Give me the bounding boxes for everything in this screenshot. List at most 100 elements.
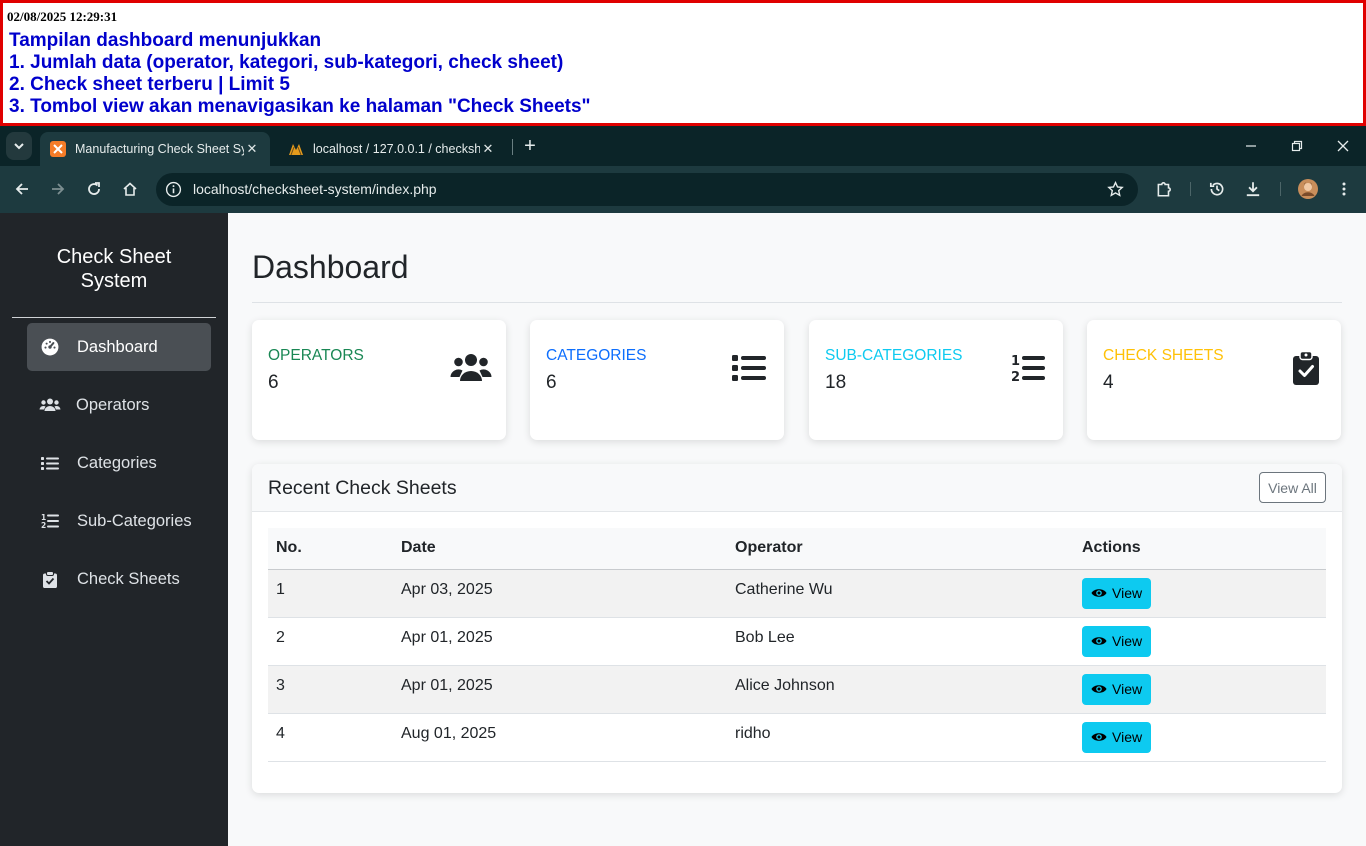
address-bar[interactable]: localhost/checksheet-system/index.php bbox=[156, 173, 1138, 206]
history-button[interactable] bbox=[1206, 178, 1228, 200]
cell-no: 2 bbox=[268, 617, 393, 666]
cell-date: Apr 03, 2025 bbox=[393, 569, 727, 618]
sidebar-item-dashboard[interactable]: Dashboard bbox=[27, 323, 211, 371]
main-content: Dashboard OPERATORS 6 CATEGORIES 6 SUB-C… bbox=[228, 213, 1366, 846]
app-brand[interactable]: Check Sheet System bbox=[12, 245, 216, 293]
view-button-label: View bbox=[1112, 681, 1143, 697]
sidebar-item-operators[interactable]: Operators bbox=[27, 381, 211, 429]
view-button-label: View bbox=[1112, 585, 1143, 601]
view-all-button[interactable]: View All bbox=[1259, 472, 1326, 503]
view-button[interactable]: View bbox=[1082, 721, 1152, 753]
stat-card-label: CATEGORIES bbox=[546, 347, 647, 364]
minimize-button[interactable] bbox=[1228, 126, 1274, 166]
cell-date: Apr 01, 2025 bbox=[393, 665, 727, 714]
back-arrow-icon bbox=[15, 183, 28, 195]
cell-date: Aug 01, 2025 bbox=[393, 713, 727, 762]
clipboard-check-icon bbox=[39, 570, 61, 588]
sidebar: Check Sheet System Dashboard Operators C… bbox=[0, 213, 228, 846]
cell-actions: View bbox=[1074, 569, 1326, 618]
sidebar-item-sub-categories[interactable]: 12 Sub-Categories bbox=[27, 497, 211, 545]
sidebar-item-label: Check Sheets bbox=[77, 569, 180, 588]
recent-check-sheets-panel: Recent Check Sheets View All No. Date Op… bbox=[252, 464, 1342, 793]
profile-button[interactable] bbox=[1297, 178, 1319, 200]
clipboard-check-icon bbox=[1285, 350, 1327, 386]
close-icon bbox=[1337, 140, 1349, 152]
download-icon bbox=[1246, 182, 1260, 197]
close-window-button[interactable] bbox=[1320, 126, 1366, 166]
sidebar-item-label: Sub-Categories bbox=[77, 511, 192, 530]
svg-text:2: 2 bbox=[1011, 370, 1020, 383]
column-header: Actions bbox=[1074, 528, 1326, 570]
home-button[interactable] bbox=[119, 178, 141, 200]
table-row: 3 Apr 01, 2025 Alice Johnson View bbox=[268, 665, 1326, 714]
eye-icon bbox=[1091, 733, 1107, 741]
stat-card-value: 6 bbox=[546, 372, 557, 393]
svg-text:2: 2 bbox=[41, 521, 46, 529]
stat-card-label: CHECK SHEETS bbox=[1103, 347, 1224, 364]
view-button[interactable]: View bbox=[1082, 673, 1152, 705]
sidebar-item-check-sheets[interactable]: Check Sheets bbox=[27, 555, 211, 603]
column-header: No. bbox=[268, 528, 393, 570]
view-button[interactable]: View bbox=[1082, 577, 1152, 609]
cell-operator: Catherine Wu bbox=[727, 569, 1074, 618]
users-icon bbox=[39, 396, 61, 414]
sidebar-item-label: Operators bbox=[76, 395, 150, 414]
eye-icon bbox=[1091, 637, 1107, 645]
browser-tab[interactable]: localhost / 127.0.0.1 / checkshe ✕ bbox=[278, 132, 506, 166]
downloads-button[interactable] bbox=[1242, 178, 1264, 200]
browser-menu-button[interactable] bbox=[1333, 178, 1355, 200]
url-text: localhost/checksheet-system/index.php bbox=[193, 181, 437, 197]
back-button[interactable] bbox=[11, 178, 33, 200]
cell-actions: View bbox=[1074, 713, 1326, 762]
stat-card-sub-categories: SUB-CATEGORIES 18 12 bbox=[809, 320, 1063, 440]
stat-card-value: 18 bbox=[825, 372, 847, 393]
stat-card-value: 6 bbox=[268, 372, 279, 393]
browser-tab-active[interactable]: Manufacturing Check Sheet Sys ✕ bbox=[40, 132, 270, 166]
close-tab-icon[interactable]: ✕ bbox=[244, 141, 260, 157]
sidebar-divider bbox=[12, 317, 216, 318]
toolbar-divider bbox=[1190, 182, 1191, 196]
toolbar-divider bbox=[1280, 182, 1281, 196]
chevron-down-icon bbox=[14, 143, 24, 150]
annotation-line: 3. Tombol view akan menavigasikan ke hal… bbox=[9, 96, 591, 117]
extensions-button[interactable] bbox=[1153, 178, 1175, 200]
restore-icon bbox=[1291, 140, 1303, 152]
reload-button[interactable] bbox=[83, 178, 105, 200]
recent-check-sheets-table: No. Date Operator Actions 1 Apr 03, 2025… bbox=[268, 528, 1326, 762]
panel-header: Recent Check Sheets View All bbox=[252, 464, 1342, 512]
stat-card-operators: OPERATORS 6 bbox=[252, 320, 506, 440]
annotation-line: 1. Jumlah data (operator, kategori, sub-… bbox=[9, 52, 564, 73]
brand-line: System bbox=[80, 270, 148, 292]
cell-actions: View bbox=[1074, 665, 1326, 714]
sidebar-item-label: Dashboard bbox=[77, 337, 158, 356]
annotation-line: 2. Check sheet terberu | Limit 5 bbox=[9, 74, 290, 95]
view-button[interactable]: View bbox=[1082, 625, 1152, 657]
cell-no: 3 bbox=[268, 665, 393, 714]
annotation-lines: Tampilan dashboard menunjukkan 1. Jumlah… bbox=[9, 30, 591, 118]
browser-toolbar: localhost/checksheet-system/index.php bbox=[0, 166, 1366, 213]
history-icon bbox=[1209, 182, 1224, 196]
new-tab-button[interactable]: + bbox=[520, 133, 540, 159]
forward-arrow-icon bbox=[52, 183, 65, 195]
minimize-icon bbox=[1246, 145, 1256, 147]
home-icon bbox=[123, 182, 137, 196]
tab-title: localhost / 127.0.0.1 / checkshe bbox=[313, 142, 480, 156]
restore-button[interactable] bbox=[1274, 126, 1320, 166]
brand-line: Check Sheet bbox=[56, 246, 172, 268]
tab-search-button[interactable] bbox=[6, 132, 32, 160]
reload-icon bbox=[88, 182, 100, 195]
puzzle-icon bbox=[1157, 182, 1171, 197]
forward-button[interactable] bbox=[47, 178, 69, 200]
table-row: 2 Apr 01, 2025 Bob Lee View bbox=[268, 617, 1326, 666]
cell-operator: Bob Lee bbox=[727, 617, 1074, 666]
list-ol-icon: 12 bbox=[1007, 350, 1049, 386]
site-info-icon[interactable] bbox=[165, 181, 182, 198]
list-icon bbox=[39, 454, 61, 472]
sidebar-item-label: Categories bbox=[77, 453, 157, 472]
panel-title: Recent Check Sheets bbox=[268, 477, 457, 499]
title-divider bbox=[252, 302, 1342, 303]
cell-no: 1 bbox=[268, 569, 393, 618]
close-tab-icon[interactable]: ✕ bbox=[480, 141, 496, 157]
sidebar-item-categories[interactable]: Categories bbox=[27, 439, 211, 487]
bookmark-star-icon[interactable] bbox=[1107, 181, 1124, 198]
